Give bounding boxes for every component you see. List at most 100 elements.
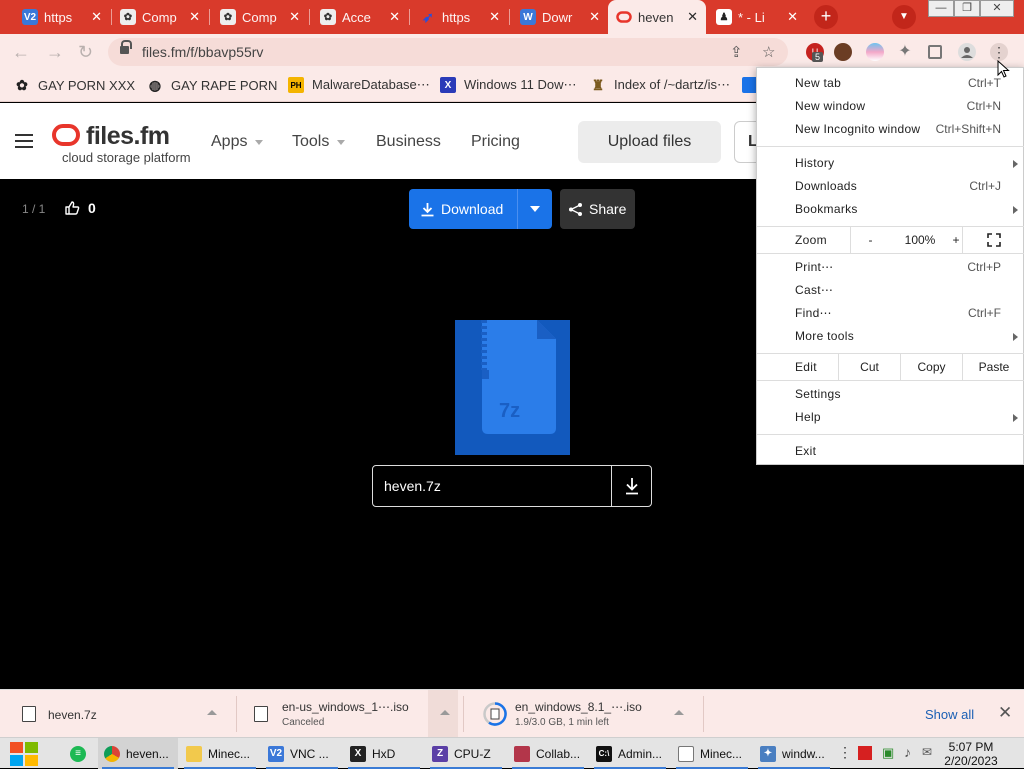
zoom-in-button[interactable]: + (950, 227, 962, 253)
download-button-group: Download (409, 189, 552, 229)
bookmark-item[interactable]: ◍ GAY RAPE PORN (147, 77, 278, 93)
tab[interactable]: W Dowr ✕ (512, 0, 608, 34)
cut-button[interactable]: Cut (838, 354, 900, 380)
download-item[interactable]: en_windows_8.1_⋯.iso 1.9/3.0 GB, 1 min l… (463, 690, 703, 738)
nav-business[interactable]: Business (376, 133, 441, 151)
menu-new-incognito[interactable]: New Incognito window Ctrl+Shift+N (757, 119, 1024, 141)
bookmark-star-icon[interactable]: ☆ (762, 43, 775, 61)
close-downloads-icon[interactable]: ✕ (998, 703, 1012, 723)
flag-tray-icon[interactable] (858, 746, 872, 760)
tab[interactable]: ✿ Comp ✕ (212, 0, 308, 34)
avatar-extension-icon[interactable] (834, 43, 852, 61)
menu-find[interactable]: Find⋯ Ctrl+F (757, 303, 1024, 325)
like-button[interactable]: 0 (64, 200, 96, 216)
network-tray-icon[interactable]: ▣ (882, 745, 894, 761)
hamburger-menu-icon[interactable] (15, 133, 33, 149)
download-item[interactable]: en-us_windows_1⋯.iso Canceled (236, 690, 460, 738)
menu-downloads[interactable]: Downloads Ctrl+J (757, 176, 1024, 198)
bookmark-item[interactable]: ✿ GAY PORN XXX (14, 77, 135, 93)
file-download-button[interactable] (611, 466, 651, 506)
close-tab-icon[interactable]: ✕ (489, 9, 500, 25)
taskbar-item[interactable]: C:\ Admin... (590, 738, 670, 769)
close-tab-icon[interactable]: ✕ (787, 9, 798, 25)
copy-button[interactable]: Copy (900, 354, 962, 380)
close-tab-icon[interactable]: ✕ (289, 9, 300, 25)
menu-help[interactable]: Help (757, 407, 1024, 429)
tab-search-button[interactable]: ▼ (892, 5, 916, 29)
menu-history[interactable]: History (757, 153, 1024, 175)
tab[interactable]: V2 https ✕ (14, 0, 110, 34)
taskbar-item[interactable]: ✦ windw... (754, 738, 834, 769)
taskbar-item[interactable]: Minec... (672, 738, 752, 769)
tab[interactable]: ➶ https ✕ (412, 0, 508, 34)
tab-title: * - Li (738, 9, 765, 25)
system-clock[interactable]: 5:07 PM 2/20/2023 (940, 740, 1002, 768)
forward-button[interactable]: → (46, 42, 64, 63)
menu-print[interactable]: Print⋯ Ctrl+P (757, 257, 1024, 279)
tab[interactable]: ✿ Acce ✕ (312, 0, 408, 34)
lock-icon[interactable] (120, 40, 132, 55)
share-page-icon[interactable]: ⇪ (730, 43, 743, 61)
share-button[interactable]: Share (560, 189, 635, 229)
menu-new-window[interactable]: New window Ctrl+N (757, 96, 1024, 118)
new-tab-button[interactable]: + (814, 5, 838, 29)
back-button[interactable]: ← (12, 42, 30, 63)
zoom-out-button[interactable]: - (850, 227, 890, 253)
start-button[interactable] (10, 742, 44, 767)
chevron-up-icon[interactable] (207, 710, 217, 715)
menu-exit[interactable]: Exit (757, 441, 1024, 463)
close-window-button[interactable]: ✕ (980, 0, 1014, 17)
chevron-up-icon[interactable] (674, 710, 684, 715)
menu-settings[interactable]: Settings (757, 384, 1024, 406)
minimize-button[interactable]: — (928, 0, 954, 17)
taskbar-label: Minec... (208, 746, 251, 761)
close-tab-icon[interactable]: ✕ (589, 9, 600, 25)
fullscreen-button[interactable] (962, 227, 1024, 253)
address-bar[interactable]: files.fm/f/bbavp55rv ⇪ ☆ (108, 38, 788, 66)
menu-more-tools[interactable]: More tools (757, 326, 1024, 348)
tab[interactable]: ✿ Comp ✕ (112, 0, 208, 34)
paste-button[interactable]: Paste (962, 354, 1024, 380)
taskbar-item[interactable]: Minec... (180, 738, 260, 769)
nav-pricing[interactable]: Pricing (471, 133, 520, 151)
nav-tools[interactable]: Tools (292, 133, 346, 151)
close-tab-icon[interactable]: ✕ (687, 9, 698, 25)
side-panel-icon[interactable] (928, 45, 942, 59)
bookmark-item[interactable]: X Windows 11 Dow⋯ (440, 77, 576, 93)
download-options-button[interactable] (517, 189, 552, 229)
tab-active[interactable]: heven ✕ (608, 0, 706, 34)
action-tray-icon[interactable]: ✉ (922, 745, 932, 759)
restore-button[interactable]: ❐ (954, 0, 980, 17)
upload-files-button[interactable]: Upload files (578, 121, 721, 163)
menu-cast[interactable]: Cast⋯ (757, 280, 1024, 302)
archive-file-icon[interactable]: 7z (455, 320, 570, 455)
chrome-main-menu: New tab Ctrl+T New window Ctrl+N New Incog… (756, 67, 1024, 465)
badge-icon: ✿ (120, 9, 136, 25)
nav-apps[interactable]: Apps (211, 133, 264, 151)
taskbar-item[interactable]: heven... (98, 738, 178, 769)
close-tab-icon[interactable]: ✕ (389, 9, 400, 25)
profile-avatar-icon[interactable] (958, 43, 976, 61)
more-tray-icon[interactable]: ⋮ (838, 744, 852, 761)
show-all-link[interactable]: Show all (925, 707, 974, 722)
download-button[interactable]: Download (409, 189, 517, 229)
close-tab-icon[interactable]: ✕ (91, 9, 102, 25)
menu-bookmarks[interactable]: Bookmarks (757, 199, 1024, 221)
menu-new-tab[interactable]: New tab Ctrl+T (757, 73, 1024, 95)
bookmark-item[interactable]: ♜ Index of /~dartz/is⋯ (590, 77, 730, 93)
taskbar-item[interactable]: Z CPU-Z (426, 738, 506, 769)
flag-extension-icon[interactable] (866, 43, 884, 61)
tab[interactable]: ♟ * - Li ✕ (708, 0, 806, 34)
reload-button[interactable]: ↻ (78, 42, 93, 63)
chrome-menu-button[interactable]: ⋮ (990, 43, 1008, 61)
close-tab-icon[interactable]: ✕ (189, 9, 200, 25)
url-text[interactable]: files.fm/f/bbavp55rv (142, 44, 263, 60)
download-item[interactable]: heven.7z (0, 690, 236, 738)
taskbar-item[interactable]: X HxD (344, 738, 424, 769)
volume-tray-icon[interactable]: ♪ (904, 744, 911, 760)
taskbar-app-spotify[interactable]: ≡ (64, 738, 96, 769)
bookmark-item[interactable]: PH MalwareDatabase⋯ (288, 77, 430, 93)
taskbar-item[interactable]: V2 VNC ... (262, 738, 342, 769)
puzzle-icon[interactable]: ✦ (896, 43, 914, 61)
taskbar-item[interactable]: Collab... (508, 738, 588, 769)
